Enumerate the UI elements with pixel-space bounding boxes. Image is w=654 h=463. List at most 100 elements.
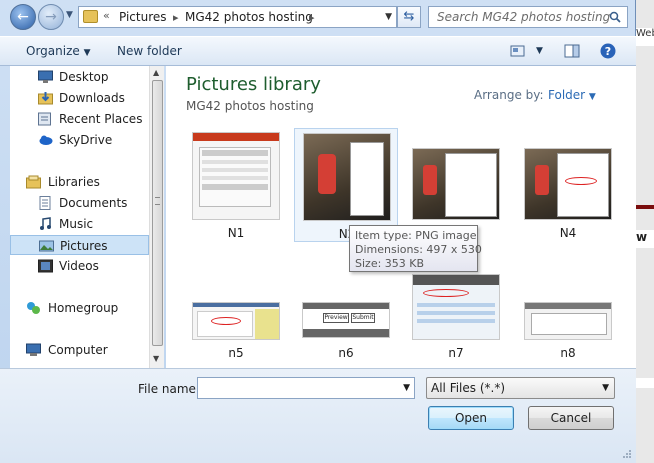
back-arrow-icon: ← <box>17 9 29 25</box>
scrollbar-thumb[interactable] <box>152 80 163 346</box>
refresh-icon: ⇆ <box>403 9 415 24</box>
view-options-dropdown-icon[interactable]: ▼ <box>536 46 543 56</box>
chevron-down-icon: ▼ <box>588 92 596 102</box>
file-type-value: All Files (*.*) <box>431 381 506 395</box>
breadcrumb-pictures[interactable]: Pictures <box>119 10 167 24</box>
music-icon <box>40 217 51 230</box>
sidebar-item-label: Homegroup <box>48 301 119 315</box>
file-name: n7 <box>448 346 464 360</box>
file-name: N1 <box>227 226 245 240</box>
organize-menu[interactable]: Organize ▼ <box>26 44 91 58</box>
library-title: Pictures library <box>186 74 321 95</box>
thumbnail-image <box>412 148 500 220</box>
sidebar-item-documents[interactable]: Documents <box>10 193 149 213</box>
thumb-submit-text: Submit <box>351 313 375 323</box>
thumbnail-image <box>412 274 500 340</box>
file-name: n5 <box>228 346 244 360</box>
sidebar-item-label: Music <box>59 217 94 231</box>
libraries-icon <box>26 175 41 189</box>
sidebar-item-label: SkyDrive <box>59 133 113 147</box>
computer-icon <box>26 343 41 356</box>
chevron-down-icon: ▼ <box>602 383 609 393</box>
file-type-select[interactable]: All Files (*.*) ▼ <box>426 377 615 399</box>
sidebar-item-label: Recent Places <box>59 112 143 126</box>
sidebar-item-downloads[interactable]: Downloads <box>10 88 149 108</box>
sidebar-item-label: Desktop <box>59 70 109 84</box>
sidebar-item-recent-places[interactable]: Recent Places <box>10 109 149 129</box>
open-button[interactable]: Open <box>428 406 514 430</box>
tooltip-dimensions: Dimensions: 497 x 530 <box>355 243 482 256</box>
background-text-w: w <box>636 230 654 248</box>
open-file-dialog: ← → ▼ « Pictures ▸ MG42 photos hosting ▸… <box>0 0 636 463</box>
file-item-n5[interactable]: n5 <box>184 274 288 364</box>
sidebar-item-desktop[interactable]: Desktop <box>10 67 149 87</box>
dialog-footer: File name: ▼ All Files (*.*) ▼ Open Canc… <box>0 368 636 463</box>
address-overflow-chevron[interactable]: « <box>103 9 110 22</box>
search-input[interactable]: Search MG42 photos hosting <box>437 10 610 24</box>
file-name: N4 <box>559 226 577 240</box>
preview-pane-icon[interactable] <box>564 44 580 58</box>
recent-locations-dropdown[interactable]: ▼ <box>66 10 73 20</box>
file-name: n6 <box>338 346 354 360</box>
change-view-icon[interactable] <box>510 44 526 58</box>
recent-places-icon <box>38 112 51 126</box>
forward-button[interactable]: → <box>38 4 64 30</box>
address-dropdown-icon[interactable]: ▼ <box>385 12 392 22</box>
navigation-pane: Desktop Downloads Recent Places SkyDrive… <box>10 66 149 368</box>
downloads-icon <box>38 92 53 105</box>
sidebar-item-label: Downloads <box>59 91 125 105</box>
thumbnail-image <box>524 302 612 340</box>
thumbnail-image <box>192 302 280 340</box>
scroll-down-icon[interactable]: ▼ <box>153 354 159 363</box>
breadcrumb-mg42[interactable]: MG42 photos hosting <box>185 10 313 24</box>
new-folder-button[interactable]: New folder <box>117 44 182 58</box>
search-box[interactable]: Search MG42 photos hosting <box>428 6 628 28</box>
sidebar-item-label: Libraries <box>48 175 100 189</box>
file-name-dropdown-icon[interactable]: ▼ <box>403 383 410 393</box>
arrange-by-dropdown[interactable]: Folder ▼ <box>548 88 596 102</box>
navigation-scrollbar[interactable]: ▲ ▼ <box>149 66 164 368</box>
command-bar: Organize ▼ New folder ▼ ? <box>0 36 636 66</box>
file-name: n8 <box>560 346 576 360</box>
thumbnail-image: Preview Submit <box>302 302 390 338</box>
file-info-tooltip: Item type: PNG image Dimensions: 497 x 5… <box>349 225 482 272</box>
sidebar-item-label: Videos <box>59 259 99 273</box>
breadcrumb-separator-icon[interactable]: ▸ <box>309 11 315 24</box>
thumbnail-image <box>303 133 391 221</box>
help-icon[interactable]: ? <box>600 43 616 59</box>
refresh-button[interactable]: ⇆ <box>397 6 421 28</box>
file-item-n6[interactable]: Preview Submit n6 <box>294 274 398 364</box>
file-item-n7[interactable]: n7 <box>404 274 508 364</box>
pictures-icon <box>39 240 54 252</box>
cancel-button[interactable]: Cancel <box>528 406 614 430</box>
breadcrumb-separator-icon[interactable]: ▸ <box>173 11 179 24</box>
file-item-n4[interactable]: N4 <box>516 128 620 242</box>
background-window: Web w <box>636 0 654 463</box>
sidebar-item-homegroup[interactable]: Homegroup <box>10 298 149 318</box>
sidebar-item-pictures[interactable]: Pictures <box>10 235 149 255</box>
sidebar-item-computer[interactable]: Computer <box>10 340 149 360</box>
sidebar-item-label: Pictures <box>60 239 108 253</box>
resize-grip-icon[interactable] <box>622 449 632 459</box>
file-name-input[interactable]: ▼ <box>197 377 415 399</box>
file-item-n1[interactable]: N1 <box>184 128 288 242</box>
sidebar-item-videos[interactable]: Videos <box>10 256 149 276</box>
address-bar[interactable]: « Pictures ▸ MG42 photos hosting ▸ ▼ <box>78 6 397 28</box>
sidebar-item-label: Documents <box>59 196 128 210</box>
thumbnail-image <box>192 132 280 220</box>
background-bar <box>636 205 654 209</box>
sidebar-item-libraries[interactable]: Libraries <box>10 172 149 192</box>
back-button[interactable]: ← <box>10 4 36 30</box>
background-field <box>636 378 654 388</box>
homegroup-icon <box>27 302 40 314</box>
arrange-by-label: Arrange by: <box>474 88 544 102</box>
desktop-icon <box>38 70 53 83</box>
skydrive-icon <box>39 135 53 145</box>
file-item-n8[interactable]: n8 <box>516 274 620 364</box>
documents-icon <box>39 196 51 210</box>
chevron-down-icon: ▼ <box>83 48 91 58</box>
scroll-up-icon[interactable]: ▲ <box>153 68 159 77</box>
search-icon[interactable] <box>609 11 621 23</box>
sidebar-item-music[interactable]: Music <box>10 214 149 234</box>
sidebar-item-skydrive[interactable]: SkyDrive <box>10 130 149 150</box>
